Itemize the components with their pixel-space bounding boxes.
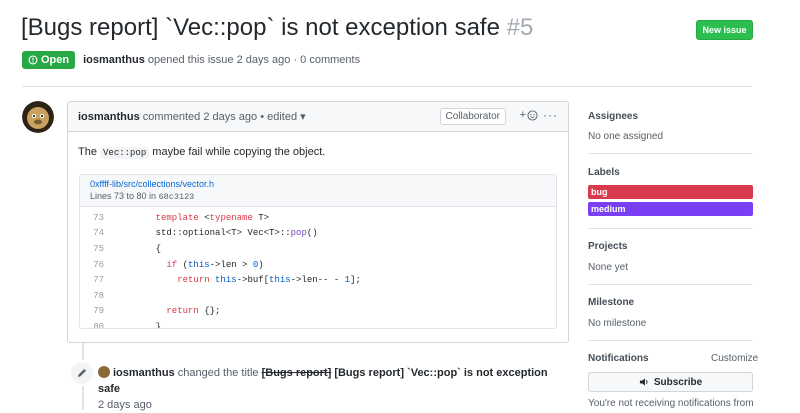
code-line: 79 return {};	[93, 306, 221, 317]
sidebar-divider	[588, 153, 753, 154]
code-line: 73 template <typename T>	[93, 212, 270, 223]
code-line: 77 return this->buf[this->len-- - 1];	[93, 275, 361, 286]
snippet-header: 0xffff-lib/src/collections/vector.h Line…	[80, 175, 556, 207]
snippet-lines-text: Lines 73 to 80 in	[90, 191, 159, 201]
customize-link[interactable]: Customize	[711, 353, 758, 364]
comment-author-link[interactable]: iosmanthus	[78, 111, 140, 123]
sidebar-divider	[588, 228, 753, 229]
issue-number: #5	[506, 14, 534, 41]
speaker-icon	[639, 378, 648, 386]
subscribe-button[interactable]: Subscribe	[588, 372, 753, 392]
avatar-image	[22, 101, 54, 133]
event-action: changed the title	[177, 367, 259, 379]
event-old-title: [Bugs report]	[261, 367, 332, 379]
caret-down-icon: ▾	[300, 111, 306, 123]
smiley-icon	[527, 109, 538, 121]
snippet-file-link[interactable]: 0xffff-lib/src/collections/vector.h	[90, 179, 546, 189]
label-bug[interactable]: bug	[588, 185, 753, 199]
code-line: 74 std::optional<T> Vec<T>::pop()	[93, 228, 318, 239]
reaction-plus: +	[519, 109, 526, 121]
comment-text-start: The	[78, 146, 101, 158]
issue-comment: iosmanthus commented 2 days ago • edited…	[67, 101, 569, 343]
edited-label: • edited	[260, 111, 298, 123]
issue-meta: Open iosmanthus opened this issue 2 days…	[22, 51, 360, 69]
labels-heading[interactable]: Labels	[588, 167, 620, 178]
avatar[interactable]	[22, 101, 54, 133]
sidebar-divider	[588, 340, 753, 341]
inline-code: Vec::pop	[100, 147, 150, 159]
event-timestamp[interactable]: 2 days ago	[98, 399, 152, 411]
subscribe-label: Subscribe	[653, 376, 703, 388]
label-medium[interactable]: medium	[588, 202, 753, 216]
projects-value: None yet	[588, 262, 629, 273]
projects-heading[interactable]: Projects	[588, 241, 627, 252]
add-reaction-button[interactable]: +	[520, 109, 538, 121]
title-change-event: iosmanthus changed the title [Bugs repor…	[98, 365, 568, 413]
event-actor-link[interactable]: iosmanthus	[113, 367, 175, 379]
code-line: 76 if (this->len > 0)	[93, 259, 264, 270]
comment-header: iosmanthus commented 2 days ago • edited…	[68, 102, 568, 132]
comment-body: The Vec::pop maybe fail while copying th…	[68, 132, 568, 159]
more-options-button[interactable]: ···	[543, 108, 558, 122]
code-line: 78	[93, 290, 104, 301]
snippet-lines-info: Lines 73 to 80 in 68c3123	[90, 191, 546, 202]
label-bug-text: bug	[591, 187, 608, 197]
new-issue-button[interactable]: New issue	[696, 20, 753, 40]
comment-text-end: maybe fail while copying the object.	[149, 146, 326, 158]
header-divider	[22, 86, 752, 87]
pencil-glyph	[78, 369, 86, 377]
status-badge: Open	[22, 51, 76, 69]
label-medium-text: medium	[591, 204, 626, 214]
issue-title-text: [Bugs report] `Vec::pop` is not exceptio…	[21, 14, 500, 41]
issue-meta-rest: opened this issue 2 days ago · 0 comment…	[147, 54, 361, 66]
code-snippet: 0xffff-lib/src/collections/vector.h Line…	[79, 174, 557, 329]
commit-link[interactable]: 68c3123	[159, 192, 195, 202]
issue-meta-text: iosmanthus opened this issue 2 days ago …	[83, 54, 360, 66]
sidebar-divider	[588, 284, 753, 285]
event-avatar[interactable]	[98, 366, 110, 378]
milestone-value: No milestone	[588, 318, 647, 329]
code-line: 80 }	[93, 321, 162, 329]
assignees-heading[interactable]: Assignees	[588, 111, 638, 122]
milestone-heading[interactable]: Milestone	[588, 297, 634, 308]
notification-status-text: You're not receiving notifications from	[588, 398, 754, 409]
comment-timestamp[interactable]: commented 2 days ago	[143, 111, 257, 123]
status-badge-label: Open	[41, 54, 70, 66]
issue-opened-icon	[28, 55, 38, 65]
code-block: 73 template <typename T> 74 std::optiona…	[80, 207, 556, 329]
role-badge: Collaborator	[439, 108, 506, 125]
assignees-value: No one assigned	[588, 131, 664, 142]
code-line: 75 {	[93, 243, 162, 254]
issue-title: [Bugs report] `Vec::pop` is not exceptio…	[21, 14, 533, 42]
edited-dropdown[interactable]: • edited ▾	[260, 111, 305, 123]
issue-author-link[interactable]: iosmanthus	[83, 54, 145, 66]
notifications-heading: Notifications	[588, 353, 649, 364]
pencil-icon	[69, 360, 95, 386]
